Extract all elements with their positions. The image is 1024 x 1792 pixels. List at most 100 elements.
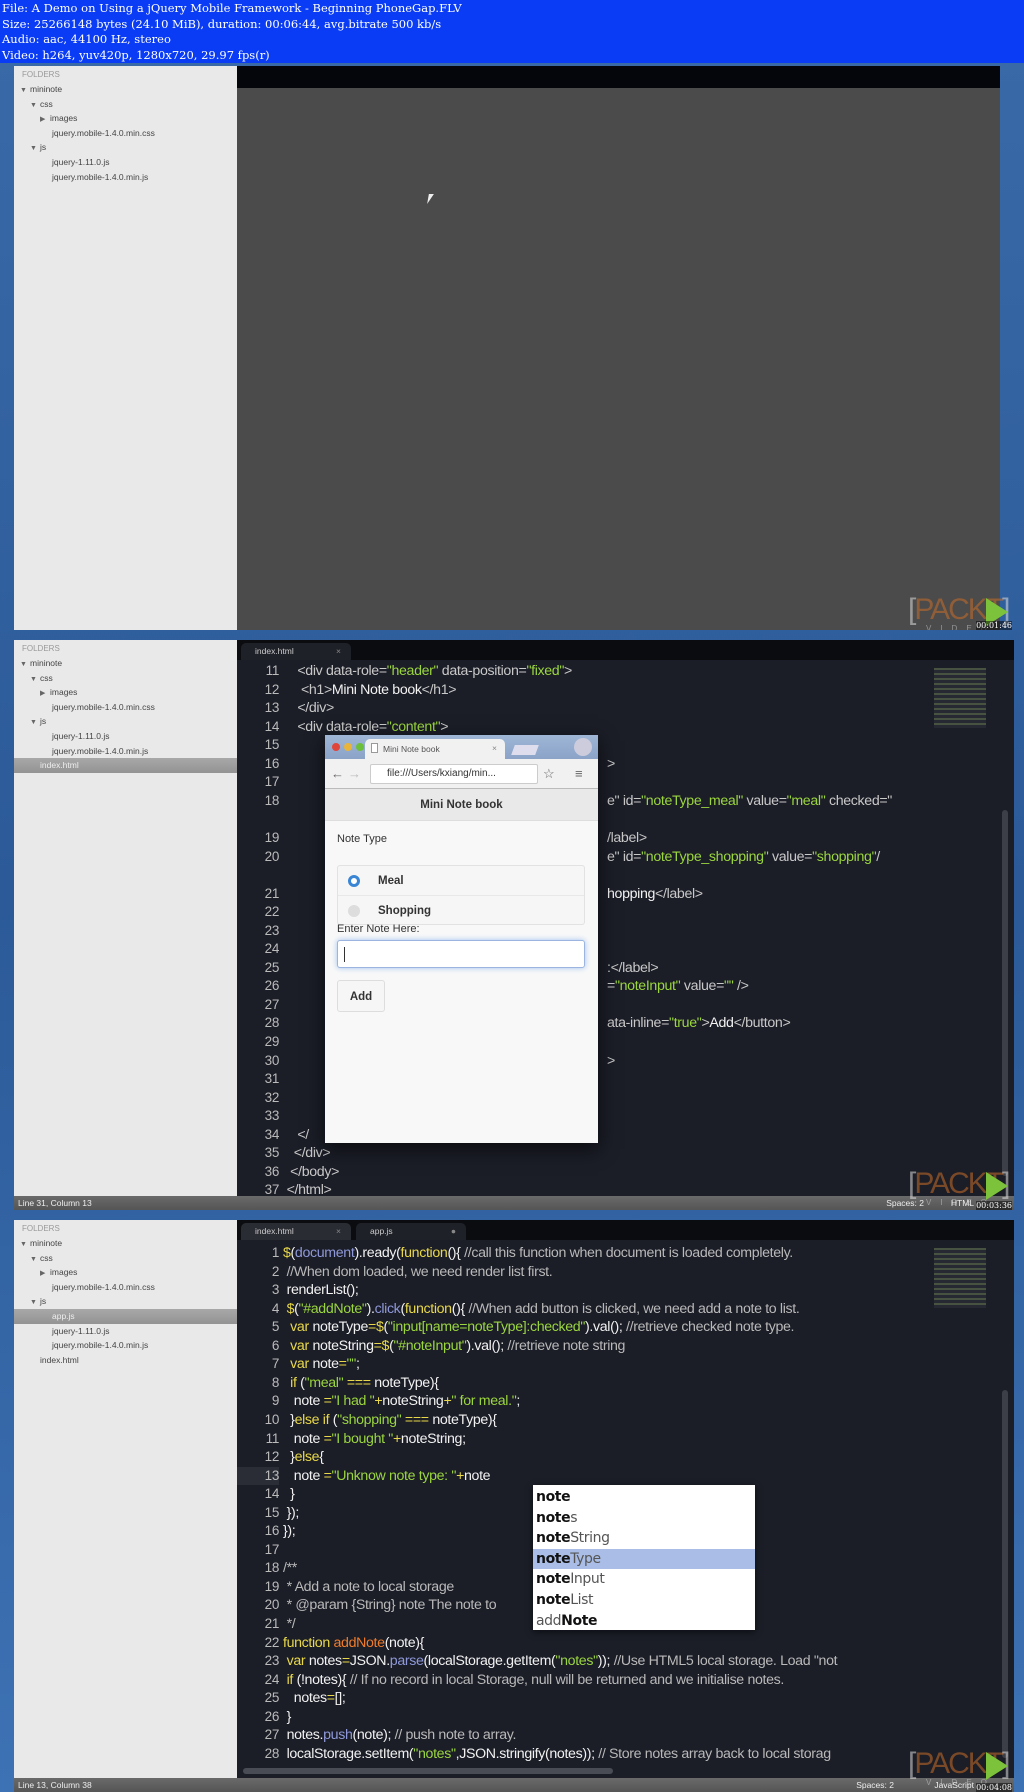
autocomplete-item[interactable]: noteList	[533, 1590, 755, 1611]
sidebar-item[interactable]: ▼ js	[14, 140, 237, 155]
code-line: 37 </html>	[237, 1181, 927, 1196]
editor-tab[interactable]: index.html ×	[241, 643, 351, 660]
sidebar-item[interactable]: jquery.mobile-1.4.0.min.css	[14, 1280, 237, 1295]
code-token: checked="	[825, 792, 892, 809]
sidebar-item[interactable]: ▼ mininote	[14, 82, 237, 97]
sidebar-item[interactable]: index.html	[14, 758, 237, 773]
vertical-scrollbar[interactable]	[1002, 810, 1008, 1176]
code-token: ""	[346, 1356, 357, 1373]
editor-tab[interactable]: app.js ●	[356, 1223, 466, 1240]
autocomplete-item[interactable]: notes	[533, 1508, 755, 1529]
code-token: </h1>	[421, 681, 457, 698]
note-type-radio-group: Meal Shopping	[337, 865, 585, 925]
line-number: 23	[264, 1653, 280, 1669]
code-token: JSON.	[349, 1653, 390, 1670]
sidebar-item[interactable]: jquery.mobile-1.4.0.min.css	[14, 700, 237, 715]
code-token: =	[338, 1356, 347, 1373]
sidebar-item[interactable]: ▼ css	[14, 97, 237, 112]
maximize-window-button[interactable]	[356, 743, 364, 751]
close-tab-icon[interactable]: ×	[492, 743, 497, 753]
code-token: Mini Note book	[331, 681, 422, 698]
menu-icon[interactable]: ≡	[575, 766, 583, 781]
code-token: value=	[680, 978, 725, 995]
sidebar-item[interactable]: jquery-1.11.0.js	[14, 1324, 237, 1339]
forward-arrow-icon[interactable]: →	[348, 766, 361, 781]
close-tab-icon[interactable]: ×	[336, 1226, 341, 1236]
sidebar-item[interactable]: ▼ js	[14, 714, 237, 729]
line-number: 15	[264, 737, 280, 753]
note-input-label: Enter Note Here:	[337, 923, 420, 935]
radio-meal[interactable]: Meal	[338, 866, 584, 896]
sidebar-item[interactable]: jquery.mobile-1.4.0.min.js	[14, 744, 237, 759]
indent-setting[interactable]: Spaces: 2	[856, 1778, 894, 1792]
sidebar-item[interactable]: ▶ images	[14, 1265, 237, 1280]
window-titlebar	[237, 66, 1000, 88]
code-token: <h1>	[283, 681, 332, 698]
code-line: 13 </div>	[237, 699, 927, 718]
code-token: function	[283, 1634, 334, 1651]
sidebar-item[interactable]: index.html	[14, 1353, 237, 1368]
sidebar-item[interactable]: ▼ css	[14, 1251, 237, 1266]
status-bar: Line 31, Column 13 Spaces: 2 HTML	[14, 1196, 1014, 1210]
sidebar-item[interactable]: ▼ css	[14, 671, 237, 686]
sidebar-item[interactable]: ▼ mininote	[14, 656, 237, 671]
bookmark-star-icon[interactable]: ☆	[543, 766, 555, 782]
line-number: 1	[271, 1245, 280, 1260]
sidebar-item[interactable]: jquery-1.11.0.js	[14, 729, 237, 744]
code-token: <div data-role=	[283, 663, 387, 679]
address-bar[interactable]: file:///Users/kxiang/min...	[370, 764, 538, 784]
sidebar-item[interactable]: jquery.mobile-1.4.0.min.js	[14, 170, 237, 185]
sidebar-item-label: js	[40, 1296, 47, 1307]
new-tab-button[interactable]	[511, 745, 539, 755]
editor-tab[interactable]: index.html ×	[241, 1223, 351, 1240]
sidebar-item[interactable]: app.js	[14, 1308, 237, 1324]
close-window-button[interactable]	[332, 743, 340, 751]
line-number: 25	[264, 959, 280, 975]
add-button[interactable]: Add	[337, 980, 385, 1012]
sidebar-item[interactable]: jquery.mobile-1.4.0.min.css	[14, 126, 237, 141]
minimap[interactable]	[934, 668, 986, 728]
line-number: 5	[271, 1319, 280, 1335]
unsaved-dot-icon[interactable]: ●	[451, 1226, 456, 1236]
sidebar-item[interactable]: ▶ images	[14, 111, 237, 126]
sidebar-item[interactable]: ▶ images	[14, 685, 237, 700]
autocomplete-item[interactable]: addNote	[533, 1611, 755, 1632]
browser-titlebar: Mini Note book ×	[325, 735, 598, 759]
line-number: 22	[264, 904, 280, 920]
frame-1: FOLDERS ▼ mininote ▼ css ▶ images jquery.mobile…	[14, 66, 1014, 630]
code-token: (note);	[352, 1727, 395, 1744]
minimize-window-button[interactable]	[344, 743, 352, 751]
horizontal-scrollbar[interactable]	[243, 1768, 613, 1774]
radio-shopping[interactable]: Shopping	[338, 896, 584, 926]
code-token: */	[283, 1616, 296, 1632]
line-number: 24	[264, 1671, 280, 1687]
line-number: 11	[265, 663, 280, 678]
line-number: 34	[264, 1126, 280, 1142]
line-number: 13	[264, 700, 280, 716]
back-arrow-icon[interactable]: ←	[331, 766, 344, 781]
line-number: 21	[264, 1616, 280, 1631]
browser-tab[interactable]: Mini Note book ×	[365, 739, 505, 759]
caret-down-icon: ▼	[30, 101, 37, 109]
sidebar-item-label: index.html	[40, 760, 79, 771]
close-tab-icon[interactable]: ×	[336, 646, 341, 656]
sidebar-item[interactable]: ▼ js	[14, 1294, 237, 1309]
sidebar-item-label: jquery.mobile-1.4.0.min.js	[52, 745, 149, 756]
autocomplete-item[interactable]: noteInput	[533, 1569, 755, 1590]
note-input[interactable]	[337, 940, 585, 968]
text-caret	[344, 947, 345, 962]
code-token: note	[312, 1356, 339, 1373]
line-number: 16	[264, 755, 280, 771]
sidebar-item[interactable]: ▼ mininote	[14, 1236, 237, 1251]
autocomplete-item[interactable]: note	[533, 1487, 755, 1508]
vertical-scrollbar[interactable]	[1002, 1390, 1008, 1758]
sidebar-item[interactable]: jquery-1.11.0.js	[14, 155, 237, 170]
code-line: 7 var note="";	[237, 1355, 927, 1374]
code-token: "I bought "	[331, 1430, 394, 1447]
code-token: note	[283, 1430, 324, 1447]
code-token: (localStorage.getItem(	[423, 1653, 556, 1670]
sidebar-item[interactable]: jquery.mobile-1.4.0.min.js	[14, 1338, 237, 1353]
autocomplete-item[interactable]: noteString	[533, 1528, 755, 1549]
autocomplete-item[interactable]: noteType	[533, 1548, 755, 1570]
minimap[interactable]	[934, 1248, 986, 1308]
